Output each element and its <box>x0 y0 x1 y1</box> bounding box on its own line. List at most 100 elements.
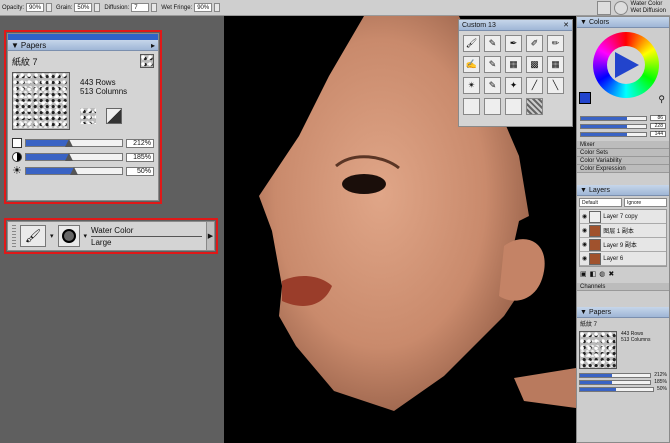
eye-icon[interactable]: ◉ <box>582 213 587 220</box>
papers-mini-columns: 513 Columns <box>621 337 651 343</box>
brush-slot-icon[interactable]: ✎ <box>484 35 501 52</box>
color-variability-section[interactable]: Color Variability <box>577 157 669 165</box>
shoulder-fragment <box>514 368 576 408</box>
dynamic-plugin-icon[interactable]: ◍ <box>599 270 605 278</box>
diffusion-field[interactable]: 7 <box>131 3 150 12</box>
new-layer-icon[interactable]: ▣ <box>580 270 587 278</box>
saturation-triangle[interactable] <box>615 52 639 78</box>
layer-item[interactable]: ◉ Layer 9 副本 <box>580 238 666 252</box>
eye-icon[interactable]: ◉ <box>582 241 587 248</box>
diffusion-label: Diffusion: <box>104 4 130 11</box>
diffusion-spinner[interactable] <box>151 3 158 12</box>
paper-slot-icon[interactable] <box>463 98 480 115</box>
papers-mini-brightness-row: 50% <box>579 386 667 392</box>
papers-mini-sliders: 212% 185% 50% <box>577 372 669 392</box>
brush-slot-icon[interactable]: ╲ <box>547 77 564 94</box>
brush-slot-icon[interactable]: ▦ <box>505 56 522 73</box>
paper-slot-icon[interactable] <box>526 98 543 115</box>
paper-slot-icon[interactable] <box>505 98 522 115</box>
papers-mini-scale-slider[interactable] <box>579 372 652 378</box>
brush-slot-icon[interactable]: ✎ <box>484 77 501 94</box>
colors-title: Colors <box>588 18 610 26</box>
brush-slot-icon[interactable]: ▦ <box>547 56 564 73</box>
papers-mini-name: 紙紋 7 <box>580 322 598 328</box>
layer-item[interactable]: ◉ 图层 1 副本 <box>580 224 666 238</box>
layer-name: Layer 9 副本 <box>603 243 637 249</box>
dropper-icon[interactable]: ⚲ <box>658 94 665 105</box>
mixer-section[interactable]: Mixer <box>577 141 669 149</box>
custom-palette-header[interactable]: Custom 13 ✕ <box>459 20 572 31</box>
color-wheel-area: ⚲ <box>577 28 669 114</box>
papers-highlight-box <box>4 30 162 204</box>
channels-section[interactable]: Channels <box>577 283 669 291</box>
collapse-triangle-icon[interactable]: ▼ <box>580 309 587 316</box>
paper-slot-icon[interactable] <box>484 98 501 115</box>
composite-depth-select[interactable]: Ignore <box>624 198 667 207</box>
wet-fringe-spinner[interactable] <box>214 3 221 12</box>
color-value[interactable]: 86 <box>650 115 666 121</box>
brush-slot-icon[interactable]: ✎ <box>484 56 501 73</box>
layer-name: 图层 1 副本 <box>603 229 634 235</box>
main-color-swatch[interactable] <box>579 92 591 104</box>
collapse-triangle-icon[interactable]: ▼ <box>580 187 587 194</box>
color-slider[interactable] <box>580 131 647 137</box>
layer-list: ◉ Layer 7 copy ◉ 图层 1 副本 ◉ Layer 9 副本 ◉ Laye… <box>579 209 667 267</box>
papers-mini-brightness-value[interactable]: 50% <box>657 386 667 392</box>
grain-field[interactable]: 50% <box>74 3 93 12</box>
eye-icon[interactable]: ◉ <box>582 227 587 234</box>
composite-method-select[interactable]: Default <box>579 198 622 207</box>
color-value[interactable]: 228 <box>650 123 666 129</box>
opacity-spinner[interactable] <box>46 3 53 12</box>
brush-slot-icon[interactable]: ✏ <box>547 35 564 52</box>
custom-palette-title: Custom 13 <box>462 21 496 29</box>
papers-mini-brightness-slider[interactable] <box>579 386 654 392</box>
grain-spinner[interactable] <box>94 3 101 12</box>
color-slider[interactable] <box>580 115 647 121</box>
brush-category-icon[interactable] <box>596 1 611 15</box>
color-slider-row: 86 <box>580 115 666 121</box>
painter-workspace: Opacity: 90% Grain: 50% Diffusion: 7 Wet… <box>0 0 670 443</box>
brush-variant-name: Wet Diffusion <box>630 8 666 14</box>
color-slider[interactable] <box>580 123 647 129</box>
papers-mini-contrast-value[interactable]: 185% <box>654 379 667 385</box>
close-icon[interactable]: ✕ <box>563 21 569 29</box>
layer-thumbnail <box>589 210 602 223</box>
wet-fringe-field[interactable]: 90% <box>194 3 213 12</box>
brush-category-name: Water Color <box>630 1 663 7</box>
papers-mini-contrast-slider[interactable] <box>579 379 652 385</box>
color-expression-section[interactable]: Color Expression <box>577 165 669 173</box>
layer-mask-icon[interactable]: ◧ <box>590 270 597 278</box>
color-slider-row: 228 <box>580 123 666 129</box>
papers-mini-preview-row: 443 Rows 513 Columns <box>577 329 669 371</box>
custom-brush-grid: 🖌 ✎ ✒ ✐ ✏ ✍ ✎ ▦ ▩ ▦ ✴ ✎ ✦ ╱ ╲ <box>459 31 572 119</box>
brush-slot-icon[interactable]: ✦ <box>505 77 522 94</box>
brush-slot-icon[interactable]: ╱ <box>526 77 543 94</box>
brush-highlight-box <box>4 218 218 254</box>
opacity-field[interactable]: 90% <box>26 3 45 12</box>
grain-control: Grain: 50% <box>56 3 101 12</box>
layer-item[interactable]: ◉ Layer 7 copy <box>580 210 666 224</box>
opacity-label: Opacity: <box>2 4 25 11</box>
delete-layer-icon[interactable]: ✖ <box>608 270 614 278</box>
brush-slot-icon[interactable]: ▩ <box>526 56 543 73</box>
colors-panel-header[interactable]: ▼ Colors <box>577 17 669 28</box>
color-sets-section[interactable]: Color Sets <box>577 149 669 157</box>
brush-selector-mini[interactable]: Water Color Wet Diffusion <box>596 0 670 15</box>
color-value[interactable]: 144 <box>650 131 666 137</box>
brush-slot-icon[interactable]: ✴ <box>463 77 480 94</box>
brush-slot-icon[interactable]: 🖌 <box>463 35 480 52</box>
layer-item[interactable]: ◉ Layer 6 <box>580 252 666 266</box>
brush-variant-icon[interactable] <box>613 1 628 15</box>
brush-slot-icon[interactable]: ✐ <box>526 35 543 52</box>
brush-slot-icon[interactable]: ✍ <box>463 56 480 73</box>
eye-icon[interactable]: ◉ <box>582 255 587 262</box>
papers-mini-title: Papers <box>588 308 612 316</box>
papers-mini-scale-value[interactable]: 212% <box>654 372 667 378</box>
layers-panel-header[interactable]: ▼ Layers <box>577 185 669 196</box>
property-bar: Opacity: 90% Grain: 50% Diffusion: 7 Wet… <box>0 0 670 16</box>
layer-thumbnail <box>589 238 602 251</box>
collapse-triangle-icon[interactable]: ▼ <box>580 19 587 26</box>
brush-slot-icon[interactable]: ✒ <box>505 35 522 52</box>
papers-mini-contrast-row: 185% <box>579 379 667 385</box>
papers-mini-header[interactable]: ▼ Papers <box>577 307 669 318</box>
